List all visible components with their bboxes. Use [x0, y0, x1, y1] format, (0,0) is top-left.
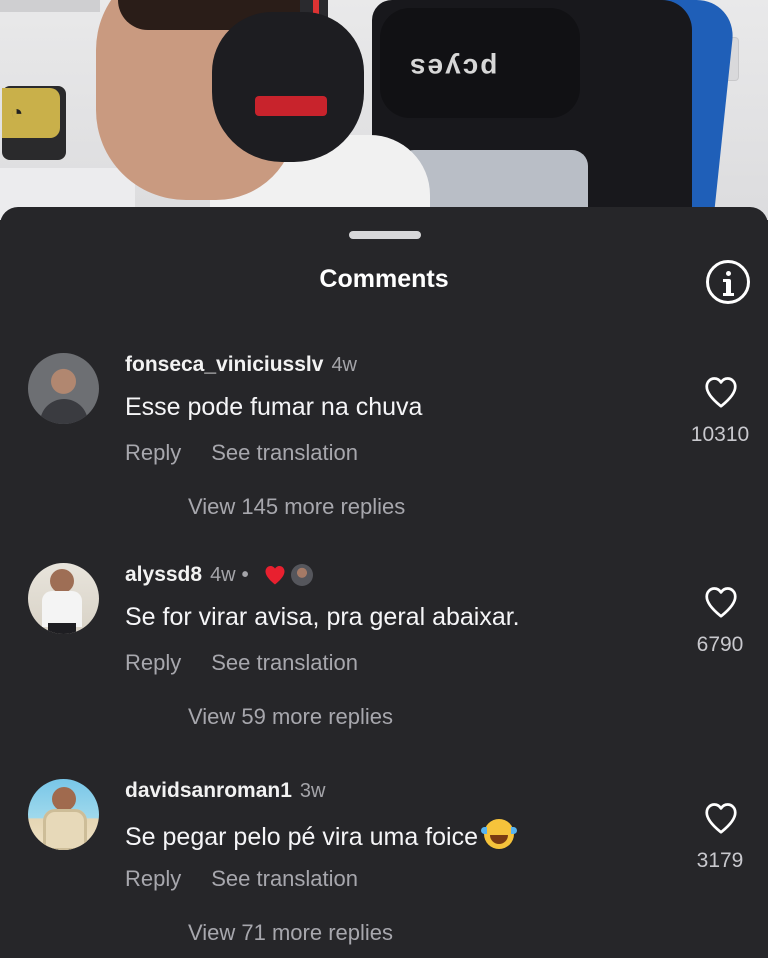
drag-handle[interactable]: [349, 231, 421, 239]
red-heart-icon: [265, 566, 285, 585]
username[interactable]: fonseca_viniciusslv: [125, 353, 323, 376]
comment-actions: Reply See translation: [125, 650, 358, 676]
comment-item: davidsanroman1 3w Se pegar pelo pé vira u…: [0, 779, 768, 958]
username[interactable]: davidsanroman1: [125, 779, 292, 802]
heart-outline-icon[interactable]: [703, 801, 739, 835]
comment-header: davidsanroman1 3w: [125, 779, 325, 803]
avatar[interactable]: [28, 563, 99, 634]
view-replies-button[interactable]: View 145 more replies: [188, 494, 405, 520]
reply-button[interactable]: Reply: [125, 866, 181, 892]
reply-button[interactable]: Reply: [125, 650, 181, 676]
avatar[interactable]: [28, 353, 99, 424]
sheet-title: Comments: [319, 265, 449, 293]
headset-earcup: [212, 12, 364, 162]
chair-logo: pcyes: [408, 53, 498, 84]
comment-header: fonseca_viniciusslv 4w: [125, 353, 357, 377]
comment-item: alyssd8 4w • Se for virar avisa, pra geral…: [0, 563, 768, 763]
like-count: 6790: [696, 633, 744, 656]
comments-sheet: Comments fonseca_viniciusslv 4w Esse pode…: [0, 207, 768, 958]
info-icon[interactable]: [706, 260, 750, 304]
comment-actions: Reply See translation: [125, 866, 358, 892]
heart-outline-icon[interactable]: [703, 585, 739, 619]
comment-time: 4w: [331, 354, 358, 376]
see-translation-button[interactable]: See translation: [211, 866, 358, 892]
comment-actions: Reply See translation: [125, 440, 358, 466]
comment-item: fonseca_viniciusslv 4w Esse pode fumar na…: [0, 353, 768, 553]
comment-text: Se pegar pelo pé vira uma foice: [125, 823, 478, 851]
like-count: 3179: [696, 849, 744, 872]
shelf-box: ◔: [2, 86, 66, 160]
comment-text-row: Se pegar pelo pé vira uma foice: [125, 819, 517, 852]
like-count: 10310: [690, 423, 750, 446]
laughing-tears-emoji: [481, 819, 517, 849]
see-translation-button[interactable]: See translation: [211, 440, 358, 466]
separator: •: [241, 564, 249, 586]
reply-button[interactable]: Reply: [125, 440, 181, 466]
see-translation-button[interactable]: See translation: [211, 650, 358, 676]
comment-header: alyssd8 4w •: [125, 563, 313, 587]
comment-text: Se for virar avisa, pra geral abaixar.: [125, 603, 520, 631]
headset-badge: [255, 96, 327, 116]
view-replies-button[interactable]: View 71 more replies: [188, 920, 393, 946]
wall-frame: [0, 0, 100, 12]
username[interactable]: alyssd8: [125, 563, 202, 586]
heart-outline-icon[interactable]: [703, 375, 739, 409]
view-replies-button[interactable]: View 59 more replies: [188, 704, 393, 730]
video-background: ◔ pcyes: [0, 0, 768, 220]
comment-time: 3w: [299, 780, 326, 802]
comment-text: Esse pode fumar na chuva: [125, 393, 423, 421]
comment-time: 4w: [210, 564, 236, 586]
avatar[interactable]: [28, 779, 99, 850]
creator-avatar: [290, 564, 313, 587]
